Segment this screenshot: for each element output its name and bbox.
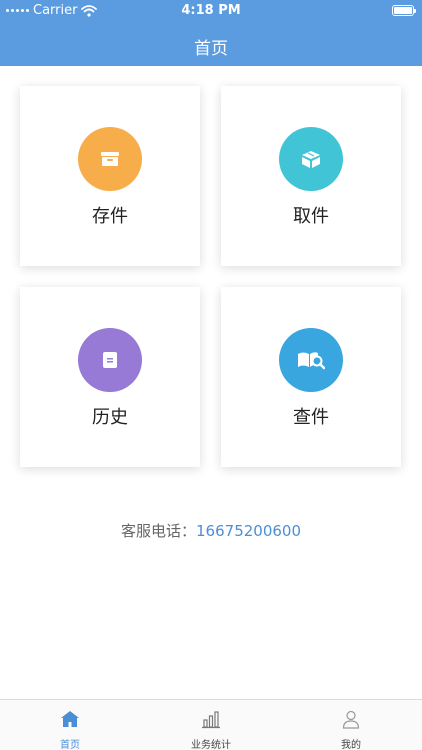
tab-home-label: 首页 xyxy=(60,740,80,750)
history-label: 历史 xyxy=(92,407,128,428)
store-package-card[interactable]: 存件 xyxy=(20,86,200,266)
box-icon xyxy=(101,152,119,166)
service-phone-label: 客服电话： xyxy=(121,522,197,540)
store-package-label: 存件 xyxy=(92,206,128,227)
bar-chart-icon xyxy=(202,711,220,729)
document-icon xyxy=(103,352,117,368)
track-package-label: 查件 xyxy=(293,407,329,428)
home-icon xyxy=(61,711,79,727)
pickup-package-card[interactable]: 取件 xyxy=(221,86,401,266)
pickup-icon-circle xyxy=(279,127,343,191)
tab-profile[interactable]: 我的 xyxy=(281,700,421,750)
book-search-icon xyxy=(298,352,325,370)
person-icon xyxy=(342,710,360,729)
store-icon-circle xyxy=(78,127,142,191)
service-phone-link[interactable]: 16675200600 xyxy=(196,522,301,540)
battery-icon xyxy=(392,5,416,16)
header: Carrier 4:18 PM 首页 xyxy=(0,0,422,66)
status-time: 4:18 PM xyxy=(181,3,241,18)
track-package-card[interactable]: 查件 xyxy=(221,287,401,467)
open-box-icon xyxy=(302,151,320,168)
history-card[interactable]: 历史 xyxy=(20,287,200,467)
tab-statistics-label: 业务统计 xyxy=(191,740,231,750)
tab-profile-label: 我的 xyxy=(341,740,361,750)
history-icon-circle xyxy=(78,328,142,392)
tab-statistics[interactable]: 业务统计 xyxy=(141,700,281,750)
page-title: 首页 xyxy=(194,39,228,59)
tab-bar: 首页 业务统计 我的 xyxy=(0,699,422,750)
status-bar: Carrier 4:18 PM xyxy=(0,0,422,22)
tab-home[interactable]: 首页 xyxy=(0,700,140,750)
track-icon-circle xyxy=(279,328,343,392)
customer-service: 客服电话：16675200600 xyxy=(0,520,422,541)
pickup-package-label: 取件 xyxy=(293,206,329,227)
